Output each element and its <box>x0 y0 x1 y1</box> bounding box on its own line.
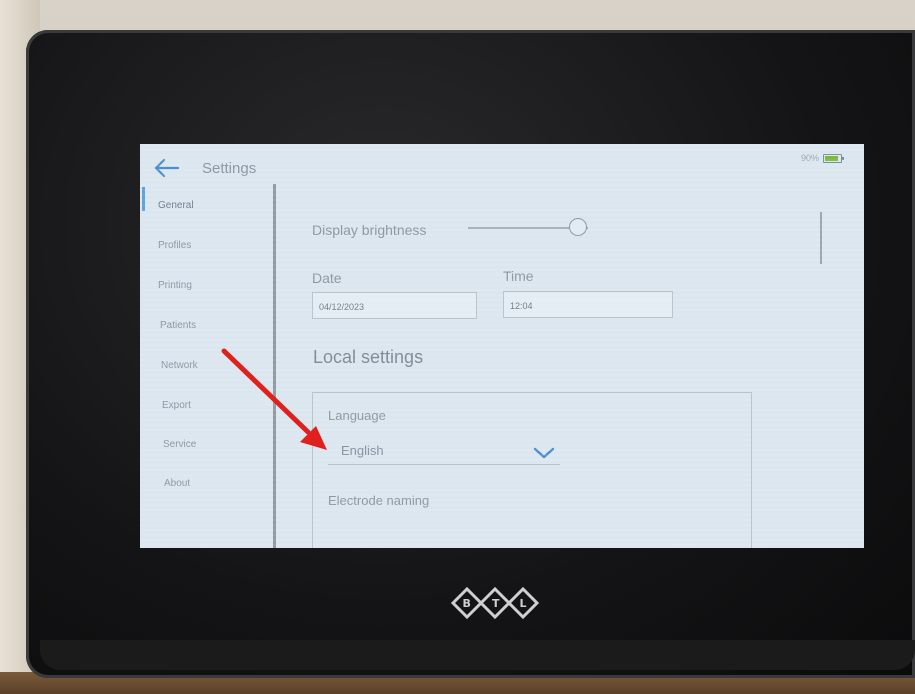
language-label: Language <box>328 408 386 423</box>
brightness-label: Display brightness <box>312 222 427 238</box>
battery-percent: 90% <box>800 153 819 163</box>
svg-text:B: B <box>463 597 471 610</box>
sidebar-item-patients[interactable]: Patients <box>160 320 196 331</box>
sidebar-item-profiles[interactable]: Profiles <box>158 240 191 251</box>
sidebar-item-export[interactable]: Export <box>162 400 191 411</box>
photo-root: B T L Settings 90% General Profiles Prin… <box>0 0 915 694</box>
battery-icon <box>823 153 844 163</box>
local-settings-heading: Local settings <box>313 347 424 367</box>
date-label: Date <box>312 270 342 286</box>
sidebar-active-indicator <box>142 187 145 211</box>
sidebar-item-printing[interactable]: Printing <box>158 280 192 291</box>
svg-text:L: L <box>520 597 527 610</box>
page-title: Settings <box>202 160 257 177</box>
time-label: Time <box>503 268 534 284</box>
svg-text:T: T <box>492 597 500 610</box>
btl-logo-icon: B T L <box>450 586 540 620</box>
sidebar-item-network[interactable]: Network <box>161 360 198 371</box>
electrode-naming-label: Electrode naming <box>328 493 430 508</box>
date-field[interactable]: 04/12/2023 <box>312 292 477 319</box>
brightness-slider-knob[interactable] <box>569 218 588 236</box>
battery-status: 90% <box>800 153 844 163</box>
sidebar-item-general[interactable]: General <box>158 200 194 211</box>
scrollbar[interactable] <box>820 212 822 264</box>
sidebar-item-service[interactable]: Service <box>163 439 196 450</box>
touch-screen: Settings 90% General Profiles Printing P… <box>140 144 864 548</box>
chevron-down-icon[interactable] <box>533 446 555 460</box>
language-select-value[interactable]: English <box>341 443 384 458</box>
device-bezel-bottom <box>40 640 915 670</box>
time-field[interactable]: 12:04 <box>503 291 673 318</box>
sidebar-item-about[interactable]: About <box>164 478 190 489</box>
sidebar-divider <box>273 184 276 548</box>
language-select-underline <box>328 464 560 465</box>
back-arrow-icon[interactable] <box>152 158 180 178</box>
